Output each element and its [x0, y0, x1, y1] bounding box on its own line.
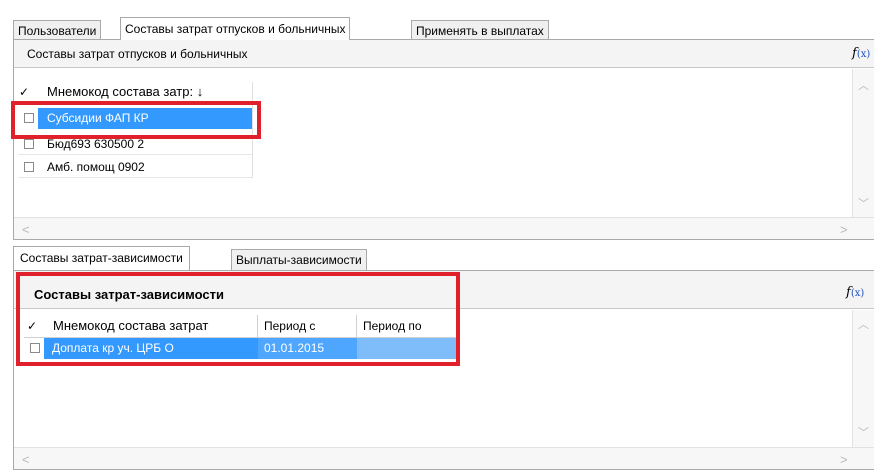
- top-grid-code-header[interactable]: Мнемокод состава затр: ↓: [39, 82, 254, 102]
- top-fx-icon[interactable]: f(x): [852, 46, 870, 61]
- top-grid-caption: Составы затрат отпусков и больничных: [27, 47, 248, 61]
- row-checkbox[interactable]: [24, 139, 34, 149]
- scroll-down-arrow[interactable]: ﹀: [858, 195, 869, 211]
- scroll-left-arrow[interactable]: <: [22, 222, 30, 237]
- top-vertical-scrollbar[interactable]: ︿ ﹀: [852, 69, 874, 219]
- scroll-left-arrow[interactable]: <: [22, 452, 30, 467]
- top-tab-strip: Пользователи Составы затрат отпусков и б…: [13, 17, 869, 40]
- scroll-right-arrow[interactable]: >: [840, 452, 848, 467]
- tab-apply-in-payments[interactable]: Применять в выплатах: [411, 20, 549, 40]
- top-grid-check-header[interactable]: ✓: [19, 82, 37, 102]
- row-checkbox[interactable]: [24, 162, 34, 172]
- bottom-horizontal-scrollbar[interactable]: < >: [14, 447, 874, 469]
- tab-vacation-cost-compositions[interactable]: Составы затрат отпусков и больничных: [120, 17, 351, 40]
- table-row[interactable]: Амб. помощ 0902: [18, 156, 252, 178]
- row-code-cell[interactable]: Амб. помощ 0902: [38, 156, 252, 178]
- scroll-up-arrow[interactable]: ︿: [858, 316, 869, 332]
- scroll-right-arrow[interactable]: >: [840, 222, 848, 237]
- top-grid-panel: Составы затрат отпусков и больничных f(x…: [13, 39, 874, 240]
- bottom-vertical-scrollbar[interactable]: ︿ ﹀: [852, 310, 874, 447]
- scroll-down-arrow[interactable]: ﹀: [858, 424, 869, 440]
- bottom-tab-strip: Составы затрат-зависимости Выплаты-завис…: [13, 246, 413, 270]
- highlight-frame-dependencies: [16, 272, 460, 366]
- tab-users[interactable]: Пользователи: [13, 20, 102, 40]
- tab-cost-dependencies[interactable]: Составы затрат-зависимости: [13, 246, 190, 270]
- top-grid-caption-bar: Составы затрат отпусков и больничных f(x…: [14, 40, 874, 68]
- tab-payment-dependencies[interactable]: Выплаты-зависимости: [231, 249, 367, 270]
- scroll-up-arrow[interactable]: ︿: [858, 77, 869, 93]
- highlight-frame-top-row: [11, 101, 261, 139]
- top-horizontal-scrollbar[interactable]: < >: [14, 217, 874, 239]
- bottom-fx-icon[interactable]: f(x): [846, 285, 864, 300]
